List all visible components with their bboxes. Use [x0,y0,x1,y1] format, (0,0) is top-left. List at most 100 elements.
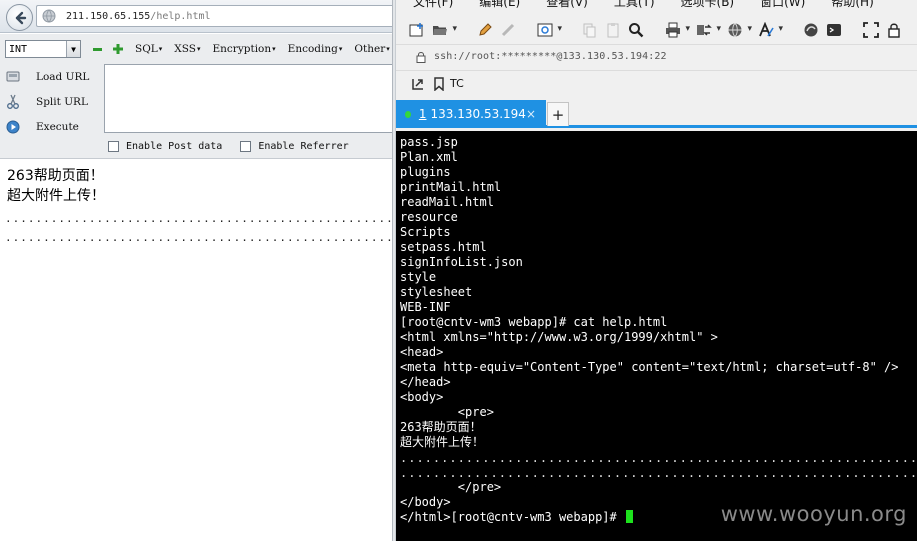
edit-button[interactable] [477,21,493,39]
scissors-icon [5,94,21,110]
xshell-icon [827,24,841,36]
menu-bar: 文件(F) 编辑(E) 查看(V) 工具(T) 选项卡(B) 窗口(W) 帮助(… [396,0,917,9]
menu-encryption[interactable]: Encryption▾ [213,43,276,55]
hackbar-toolbar: INT ▼ SQL▾ XSS▾ Encryption▾ Encoding▾ Ot… [0,37,392,61]
url-path: /help.html [150,10,211,22]
terminal-line: stylesheet [400,285,473,299]
browser-window: 211.150.65.155/help.html INT ▼ SQL▾ XSS▾… [0,0,392,541]
terminal-line: <html xmlns="http://www.w3.org/1999/xhtm… [400,330,718,344]
split-url-label: Split URL [36,95,88,108]
terminal-line: signInfoList.json [400,255,523,269]
terminal-line: <body> [400,390,444,404]
url-text[interactable]: 211.150.65.155/help.html [66,11,211,22]
menu-view[interactable]: 查看(V) [546,0,588,9]
menu-encoding[interactable]: Encoding▾ [288,43,343,55]
menu-tools[interactable]: 工具(T) [614,0,655,9]
hackbar-panel: INT ▼ SQL▾ XSS▾ Encryption▾ Encoding▾ Ot… [0,34,392,159]
copy-button[interactable] [582,21,598,39]
enable-post-checkbox[interactable] [108,140,119,152]
transfer-icon [697,24,712,36]
terminal-line: printMail.html [400,180,502,194]
menu-file[interactable]: 文件(F) [413,0,453,9]
caret-icon: ▾ [386,45,390,53]
menu-edit[interactable]: 编辑(E) [479,0,520,9]
increase-button[interactable] [112,44,123,55]
globe-button[interactable] [727,21,752,39]
terminal-line: 263帮助页面！ [400,420,482,434]
browser-nav-bar: 211.150.65.155/help.html [0,0,392,33]
globe-icon [42,9,56,23]
menu-window[interactable]: 窗口(W) [760,0,805,9]
tab-number: 1 [418,107,427,121]
open-folder-button[interactable] [432,21,457,39]
settings-icon [537,23,553,37]
terminal-line: WEB-INF [400,300,451,314]
terminal-line: 超大附件上传！ [400,435,485,449]
xftp-button[interactable] [803,21,819,39]
menu-xss-label: XSS [174,43,196,55]
caret-icon: ▾ [272,45,276,53]
disconnect-button[interactable] [500,21,516,39]
menu-other-label: Other [354,43,386,55]
terminal-line: readMail.html [400,195,494,209]
decrease-button[interactable] [92,44,103,55]
back-button[interactable] [6,4,33,31]
printer-icon [666,22,680,38]
paste-button[interactable] [605,21,621,39]
tab-session-1[interactable]: 1 133.130.53.194 × [396,100,546,128]
load-url-button[interactable]: Load URL [0,64,102,89]
transfer-button[interactable] [696,21,721,39]
url-textarea[interactable] [104,64,392,133]
bookmark-tc[interactable]: TC [450,77,464,90]
address-bar[interactable]: 211.150.65.155/help.html [36,5,392,27]
tab-session-label: 1 133.130.53.194 [419,107,526,121]
enable-post-label: Enable Post data [126,140,223,152]
page-heading-line2: 超大附件上传！ [7,188,105,204]
close-icon[interactable]: × [526,107,536,121]
print-button[interactable] [665,21,690,39]
fullscreen-button[interactable] [863,21,879,39]
terminal-line: </head> [400,375,451,389]
send-to-icon[interactable] [411,77,425,91]
connected-status-icon [405,110,411,118]
menu-tabs[interactable]: 选项卡(B) [681,0,735,9]
split-url-button[interactable]: Split URL [0,89,102,114]
lock-icon [888,23,900,38]
menu-other[interactable]: Other▾ [354,43,389,55]
execute-button[interactable]: Execute [0,114,102,139]
terminal-line-text: </pre> [400,480,502,494]
chevron-down-icon: ▼ [66,41,80,57]
bookmark-icon[interactable] [432,76,446,91]
load-url-label: Load URL [36,70,90,83]
terminal-line: <meta http-equiv="Content-Type" content=… [400,360,899,374]
terminal-prompt-line: </html>[root@cntv-wm3 webapp]# [400,510,633,525]
terminal-line: Scripts [400,225,451,239]
font-button[interactable] [758,21,783,39]
tab-title: 133.130.53.194 [430,107,526,121]
menu-xss[interactable]: XSS▾ [174,43,200,55]
new-session-button[interactable] [409,21,425,39]
lock-icon [416,51,426,63]
encoding-type-select[interactable]: INT ▼ [5,40,81,58]
menu-encoding-label: Encoding [287,43,338,55]
terminal-line: plugins [400,165,451,179]
menu-help[interactable]: 帮助(H) [831,0,873,9]
menu-sql[interactable]: SQL▾ [135,43,162,55]
new-tab-button[interactable]: + [547,102,569,126]
find-button[interactable] [628,21,644,39]
terminal-line: Plan.xml [400,150,458,164]
terminal-line: </pre> [400,480,501,495]
settings-button[interactable] [537,21,562,39]
session-address[interactable]: ssh://root:*********@133.130.53.194:22 [434,51,667,62]
caret-icon: ▾ [196,45,201,53]
caret-icon: ▾ [158,45,163,53]
xshell-button[interactable] [826,21,842,39]
enable-referrer-checkbox[interactable] [240,140,252,152]
watermark: www.wooyun.org [720,502,907,526]
session-tabs: 1 133.130.53.194 × + [396,100,917,128]
terminal-line: <head> [400,345,444,359]
terminal-line: <pre> [400,405,494,419]
session-address-bar[interactable]: ssh://root:*********@133.130.53.194:22 [396,44,917,68]
terminal[interactable]: www.wooyun.org pass.jsp Plan.xml plugins pr… [396,131,917,541]
lock-button[interactable] [886,21,902,39]
